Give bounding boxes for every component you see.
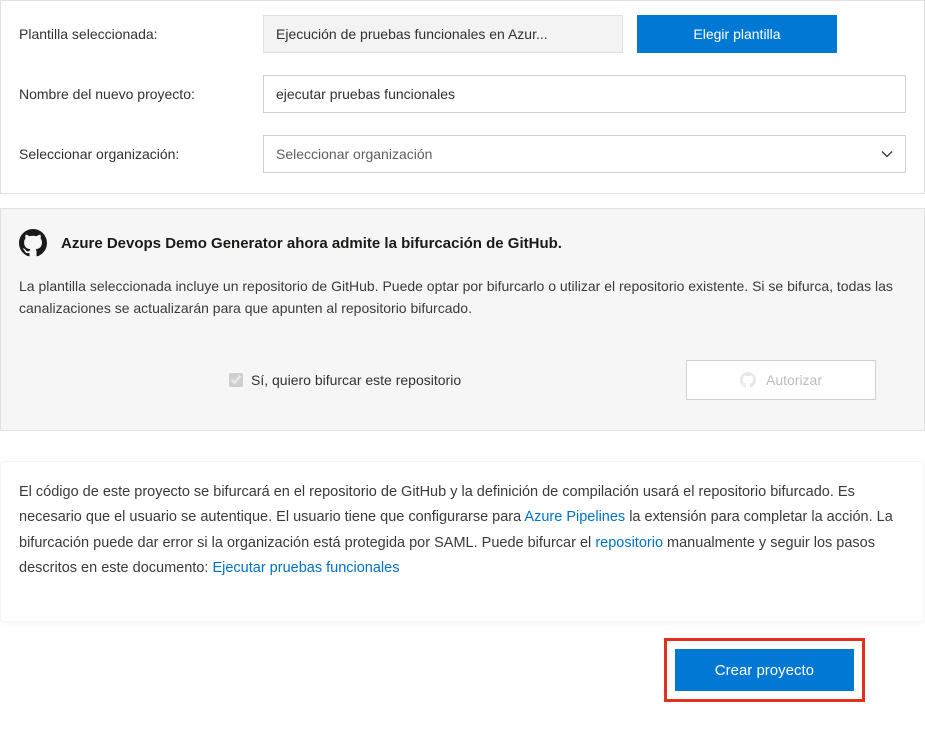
github-icon [19, 229, 47, 257]
github-actions-row: Sí, quiero bifurcar este repositorio Aut… [19, 360, 906, 400]
github-body: La plantilla seleccionada incluye un rep… [19, 275, 906, 320]
repository-link[interactable]: repositorio [595, 535, 663, 551]
github-small-icon [740, 372, 756, 388]
organization-select[interactable]: Seleccionar organización [263, 135, 906, 173]
organization-select-value: Seleccionar organización [276, 146, 432, 162]
footer-actions: Crear proyecto [0, 638, 925, 702]
authorize-button-label: Autorizar [766, 372, 822, 388]
template-label: Plantilla seleccionada: [19, 26, 249, 42]
project-name-input[interactable] [263, 75, 906, 113]
form-panel: Plantilla seleccionada: Ejecución de pru… [0, 0, 925, 194]
organization-row: Seleccionar organización: Seleccionar or… [19, 135, 906, 173]
github-panel: Azure Devops Demo Generator ahora admite… [0, 208, 925, 431]
create-project-button[interactable]: Crear proyecto [675, 649, 854, 691]
github-title: Azure Devops Demo Generator ahora admite… [61, 235, 562, 252]
template-row: Plantilla seleccionada: Ejecución de pru… [19, 15, 906, 53]
project-name-row: Nombre del nuevo proyecto: [19, 75, 906, 113]
chevron-down-icon [881, 148, 893, 160]
organization-label: Seleccionar organización: [19, 146, 249, 162]
fork-checkbox[interactable] [229, 373, 243, 387]
highlight-box: Crear proyecto [664, 638, 865, 702]
github-header: Azure Devops Demo Generator ahora admite… [19, 229, 906, 257]
note-panel: El código de este proyecto se bifurcará … [0, 461, 925, 623]
azure-pipelines-link[interactable]: Azure Pipelines [524, 509, 625, 525]
fork-checkbox-wrap[interactable]: Sí, quiero bifurcar este repositorio [229, 372, 461, 388]
template-selected-field: Ejecución de pruebas funcionales en Azur… [263, 15, 623, 53]
run-tests-link[interactable]: Ejecutar pruebas funcionales [212, 560, 399, 576]
organization-select-wrap: Seleccionar organización [263, 135, 906, 173]
project-name-label: Nombre del nuevo proyecto: [19, 86, 249, 102]
authorize-button[interactable]: Autorizar [686, 360, 876, 400]
fork-checkbox-label: Sí, quiero bifurcar este repositorio [251, 372, 461, 388]
choose-template-button[interactable]: Elegir plantilla [637, 15, 837, 53]
